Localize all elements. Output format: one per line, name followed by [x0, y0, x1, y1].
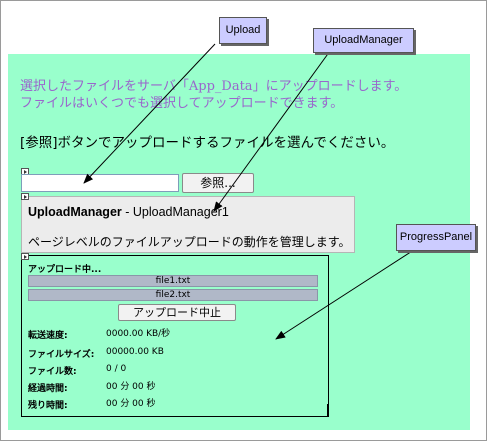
upload-callout: Upload	[219, 17, 267, 44]
uploadmanager-smart-tag-icon[interactable]	[21, 193, 29, 200]
uploadmanager-arrow	[213, 50, 331, 212]
upload-arrow	[83, 43, 216, 184]
progresspanel-callout: ProgressPanel	[396, 224, 476, 251]
progresspanel-arrow	[275, 245, 421, 340]
uploadmanager-callout: UploadManager	[313, 28, 414, 53]
callout-arrows	[83, 43, 421, 340]
progresspanel-smart-tag-icon[interactable]	[21, 253, 29, 260]
